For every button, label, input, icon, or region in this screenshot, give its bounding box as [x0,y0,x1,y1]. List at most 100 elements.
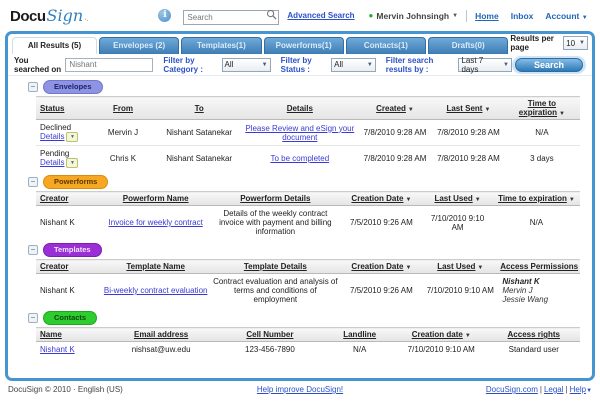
cell-number-cell: 123-456-7890 [216,342,325,358]
logo-sign-text: Sign [47,6,84,25]
nav-home[interactable]: Home [475,11,499,21]
col-creation-date[interactable]: Creation date▼ [395,328,487,342]
collapse-icon[interactable]: − [28,245,38,255]
details-dropdown-button[interactable]: ▼ [66,132,78,142]
footer: DocuSign © 2010 · English (US) Help impr… [0,381,600,394]
col-access-permissions[interactable]: Access Permissions [498,260,580,274]
tab-drafts[interactable]: Drafts(0) [428,37,508,54]
contact-link[interactable]: Nishant K [40,345,75,354]
col-creation-date[interactable]: Creation Date▼ [341,192,423,206]
envelopes-table: Status From To Details Created▼ Last Sen… [36,96,580,171]
searched-on-input[interactable] [65,58,153,72]
col-details[interactable]: Details [243,97,357,120]
chevron-down-icon: ▼ [367,62,373,68]
tab-all-results[interactable]: All Results (5) [12,37,97,54]
last-used-cell: 7/10/2010 9:10 AM [422,206,493,240]
col-template-details[interactable]: Template Details [210,260,341,274]
col-creation-date[interactable]: Creation Date▼ [341,260,423,274]
col-cell-number[interactable]: Cell Number [216,328,325,342]
templates-section-header: − Templates [28,243,592,257]
col-to[interactable]: To [156,97,243,120]
results-per-page-value: 10 [566,39,579,48]
results-per-page-label: Results per page [510,34,559,52]
col-expiration[interactable]: Time to expiration▼ [493,192,580,206]
tab-templates[interactable]: Templates(1) [181,37,261,54]
col-powerform-details[interactable]: Powerform Details [210,192,341,206]
col-template-name[interactable]: Template Name [101,260,210,274]
results-per-page-select[interactable]: 10 ▼ [563,36,588,50]
contacts-header-row: Name Email address Cell Number Landline … [36,328,580,342]
envelope-details-link[interactable]: To be completed [270,154,329,163]
presence-dot-icon: ● [369,12,374,20]
powerform-link[interactable]: Invoice for weekly contract [109,218,203,227]
col-status[interactable]: Status [36,97,90,120]
collapse-icon[interactable]: − [28,313,38,323]
col-access-rights[interactable]: Access rights [488,328,581,342]
legal-link[interactable]: Legal [544,385,564,394]
last-used-cell: 7/10/2010 9:10 AM [422,274,498,308]
expiration-cell: 3 days [504,146,580,172]
to-cell: Nishant Satanekar [156,146,243,172]
col-from[interactable]: From [90,97,155,120]
col-powerform-name[interactable]: Powerform Name [101,192,210,206]
landline-cell: N/A [324,342,395,358]
col-created[interactable]: Created▼ [357,97,433,120]
template-link[interactable]: Bi-weekly contract evaluation [104,286,208,295]
col-name[interactable]: Name [36,328,107,342]
last-sent-cell: 7/8/2010 9:28 AM [433,120,504,146]
logo-docu-text: Docu [10,8,46,25]
footer-separator: | [540,385,542,394]
copyright-text: DocuSign © 2010 · English (US) [8,385,203,394]
permission-user: Nishant K [502,277,539,286]
col-landline[interactable]: Landline [324,328,395,342]
details-cell: To be completed [243,146,357,172]
contacts-section-header: − Contacts [28,311,592,325]
docusign-com-link[interactable]: DocuSign.com [486,385,538,394]
details-link[interactable]: Details [40,132,64,141]
col-last-used[interactable]: Last Used▼ [422,260,498,274]
nav-account[interactable]: Account ▼ [545,11,587,21]
from-cell: Mervin J [90,120,155,146]
search-input[interactable] [183,10,279,25]
results-by-select[interactable]: Last 7 days ▼ [458,58,512,72]
col-email[interactable]: Email address [107,328,216,342]
permission-user: Mervin J [502,286,532,295]
created-cell: 7/8/2010 9:28 AM [357,120,433,146]
created-cell: 7/8/2010 9:28 AM [357,146,433,172]
advanced-search-link[interactable]: Advanced Search [287,11,354,20]
col-last-sent[interactable]: Last Sent▼ [433,97,504,120]
status-cell: Pending Details▼ [36,146,90,172]
details-link[interactable]: Details [40,158,64,167]
envelope-details-link[interactable]: Please Review and eSign your document [245,124,354,142]
tab-powerforms[interactable]: Powerforms(1) [264,37,344,54]
collapse-icon[interactable]: − [28,177,38,187]
col-last-used[interactable]: Last Used▼ [422,192,493,206]
details-dropdown-button[interactable]: ▼ [66,158,78,168]
tab-contacts[interactable]: Contacts(1) [346,37,426,54]
envelopes-section-header: − Envelopes [28,80,592,94]
user-menu[interactable]: ● Mervin Johnsingh ▼ [369,11,459,21]
search-button[interactable]: Search [515,58,583,72]
template-name-cell: Bi-weekly contract evaluation [101,274,210,308]
col-creator[interactable]: Creator [36,260,101,274]
powerform-details-cell: Details of the weekly contract invoice w… [210,206,341,240]
search-icon[interactable] [266,9,277,20]
nav-inbox[interactable]: Inbox [511,11,534,21]
sort-icon: ▼ [408,107,414,113]
details-cell: Please Review and eSign your document [243,120,357,146]
status-select[interactable]: All ▼ [331,58,376,72]
category-select[interactable]: All ▼ [222,58,271,72]
docusign-logo[interactable]: Docu Sign ·. [10,6,88,25]
collapse-icon[interactable]: − [28,82,38,92]
creation-date-cell: 7/10/2010 9:10 AM [395,342,487,358]
info-icon[interactable]: i [158,9,171,22]
chevron-down-icon: ▼ [503,62,509,68]
col-expiration[interactable]: Time to expiration▼ [504,97,580,120]
templates-badge: Templates [43,243,102,257]
help-improve-link[interactable]: Help improve DocuSign! [257,385,343,394]
col-creator[interactable]: Creator [36,192,101,206]
sort-icon: ▼ [465,333,471,339]
help-link[interactable]: Help [570,385,586,394]
tab-envelopes[interactable]: Envelopes (2) [99,37,179,54]
envelopes-header-row: Status From To Details Created▼ Last Sen… [36,97,580,120]
